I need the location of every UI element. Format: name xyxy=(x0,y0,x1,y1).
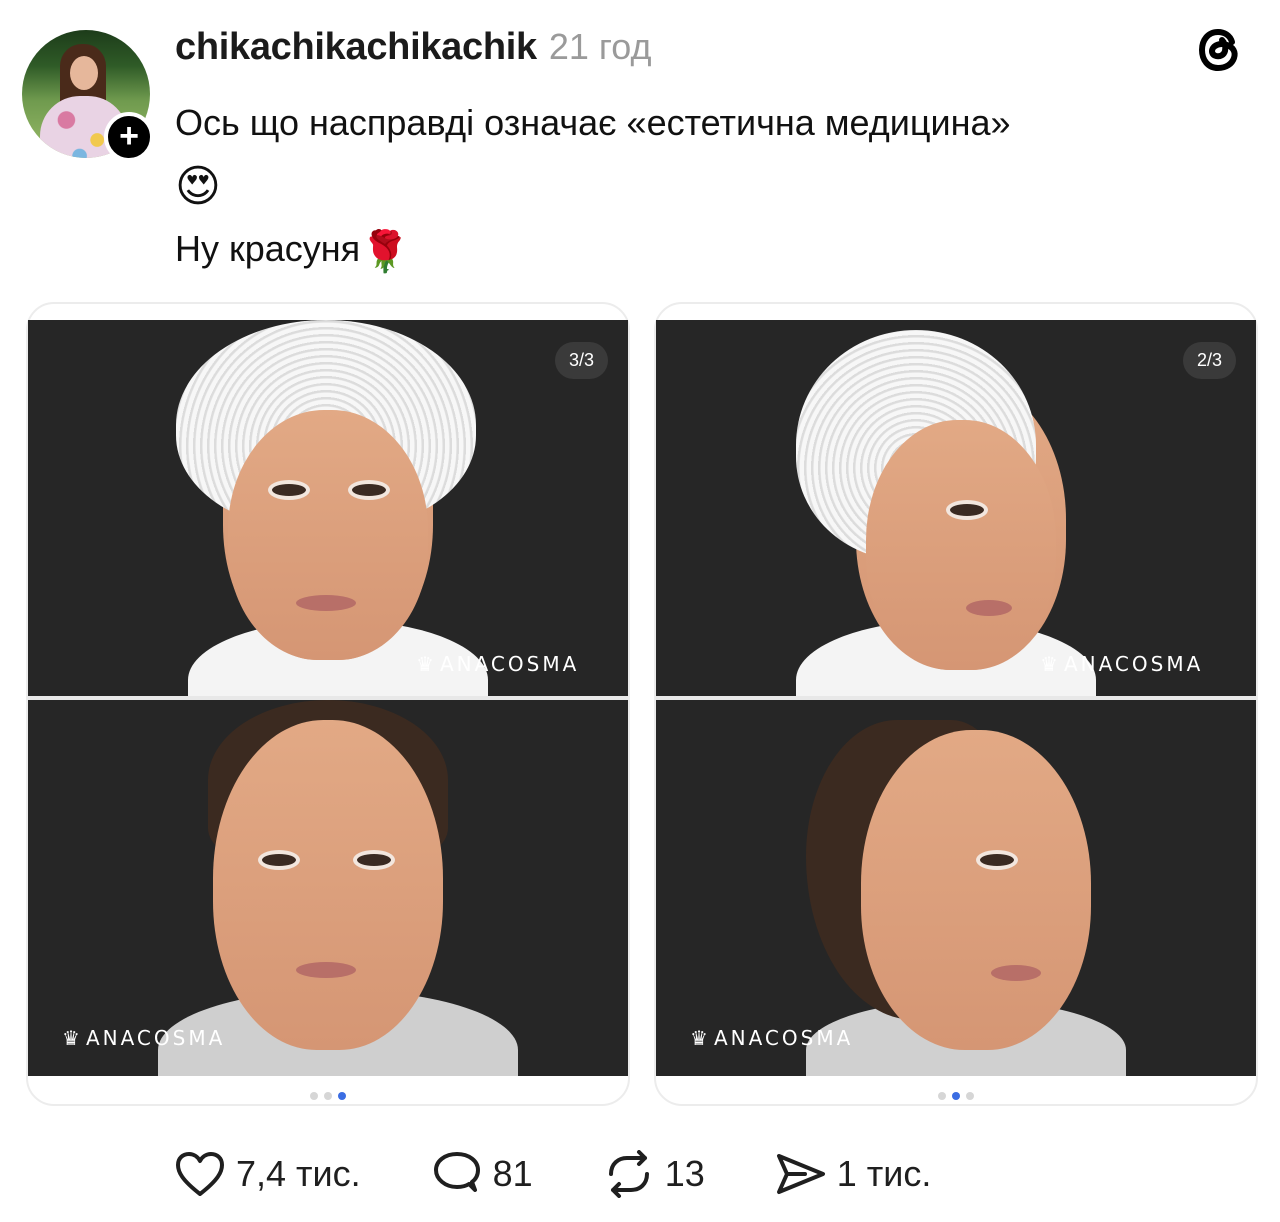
post-text-line: Ось що насправді означає «естетична меди… xyxy=(175,102,1011,143)
watermark: ♛ ANACOSMA xyxy=(1040,652,1204,676)
repost-count: 13 xyxy=(664,1153,705,1194)
carousel-dots[interactable] xyxy=(310,1092,346,1100)
watermark: ♛ ANACOSMA xyxy=(62,1026,226,1050)
post-time[interactable]: 21 год xyxy=(549,26,652,68)
watermark: ♛ ANACOSMA xyxy=(416,652,580,676)
like-button[interactable]: 7,4 тис. xyxy=(174,1150,361,1198)
rose-emoji: 🌹 xyxy=(360,229,410,274)
media-carousel[interactable]: 3/3 ♛ ANACOSMA ♛ ANACOSMA xyxy=(26,302,630,1106)
heart-eyes-emoji: 😍 xyxy=(175,162,221,212)
action-bar: 7,4 тис. 81 13 1 тис. xyxy=(174,1150,1001,1198)
carousel-counter: 2/3 xyxy=(1182,342,1236,379)
send-icon xyxy=(776,1154,825,1194)
before-photo[interactable]: 2/3 ♛ ANACOSMA xyxy=(656,320,1256,696)
follow-button[interactable]: + xyxy=(104,112,154,162)
like-count: 7,4 тис. xyxy=(236,1153,361,1194)
after-photo[interactable]: ♛ ANACOSMA xyxy=(28,700,628,1076)
comment-count: 81 xyxy=(492,1153,533,1194)
after-photo[interactable]: ♛ ANACOSMA xyxy=(656,700,1256,1076)
carousel-counter: 3/3 xyxy=(554,342,608,379)
post-text-line: Ну красуня xyxy=(175,228,361,270)
threads-logo-icon[interactable] xyxy=(1192,22,1248,78)
username[interactable]: chikachikachikachik xyxy=(175,26,537,69)
watermark: ♛ ANACOSMA xyxy=(690,1026,854,1050)
carousel-dot[interactable] xyxy=(324,1092,332,1100)
share-count: 1 тис. xyxy=(836,1153,932,1194)
carousel-dots[interactable] xyxy=(938,1092,974,1100)
media-carousel[interactable]: 2/3 ♛ ANACOSMA ♛ ANACOSMA xyxy=(654,302,1258,1106)
carousel-dot-active[interactable] xyxy=(338,1092,346,1100)
share-button[interactable]: 1 тис. xyxy=(775,1150,932,1198)
post-text: Ось що насправді означає «естетична меди… xyxy=(175,92,1255,283)
heart-icon xyxy=(176,1152,224,1196)
repost-button[interactable]: 13 xyxy=(603,1150,705,1198)
carousel-dot[interactable] xyxy=(310,1092,318,1100)
plus-icon: + xyxy=(119,117,139,155)
post-header: chikachikachikachik 21 год xyxy=(175,26,651,69)
carousel-dot[interactable] xyxy=(966,1092,974,1100)
comment-icon xyxy=(433,1152,480,1192)
carousel-dot-active[interactable] xyxy=(952,1092,960,1100)
before-photo[interactable]: 3/3 ♛ ANACOSMA xyxy=(28,320,628,696)
repost-icon xyxy=(608,1150,649,1198)
comment-button[interactable]: 81 xyxy=(431,1150,533,1198)
carousel-dot[interactable] xyxy=(938,1092,946,1100)
